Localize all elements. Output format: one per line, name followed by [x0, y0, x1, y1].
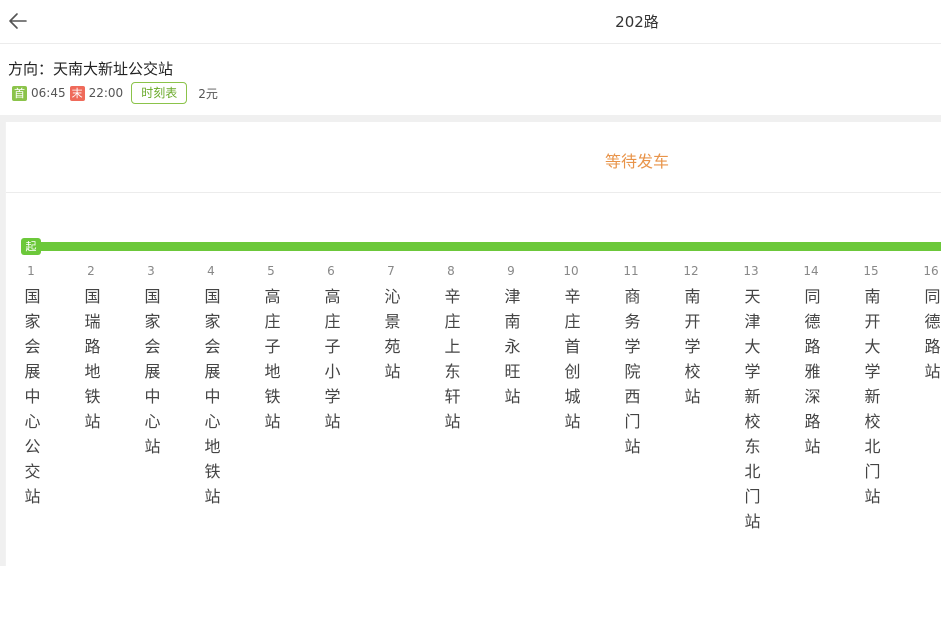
station-number: 11	[623, 264, 639, 278]
last-bus-badge: 末	[69, 85, 85, 101]
station-number: 14	[803, 264, 819, 278]
station-6[interactable]: 6 高庄子小学站	[311, 262, 351, 438]
station-number: 2	[87, 264, 95, 278]
station-number: 3	[147, 264, 155, 278]
station-3[interactable]: 3 国家会展中心站	[131, 262, 171, 463]
direction-arrow-icon	[746, 243, 756, 258]
direction-arrow-icon	[86, 243, 96, 258]
direction-label: 方向：	[8, 60, 54, 78]
station-9[interactable]: 9 津南永旺站	[491, 262, 531, 413]
direction-arrow-icon	[146, 243, 156, 258]
fare: 2元	[198, 86, 218, 101]
page-title: 202路	[615, 13, 659, 31]
station-name: 高庄子地铁站	[261, 288, 281, 438]
station-number: 16	[923, 264, 939, 278]
station-name: 国家会展中心公交站	[21, 288, 41, 513]
station-number: 13	[743, 264, 759, 278]
station-number: 15	[863, 264, 879, 278]
station-number: 6	[327, 264, 335, 278]
station-number: 12	[683, 264, 699, 278]
first-bus-badge: 首	[12, 85, 27, 101]
station-name: 同德路雅深路站	[801, 288, 821, 463]
station-name: 沁景苑站	[381, 288, 401, 388]
direction-arrow-icon	[626, 243, 636, 258]
station-7[interactable]: 7 沁景苑站	[371, 262, 411, 388]
first-bus-time: 06:45	[31, 86, 66, 100]
station-15[interactable]: 15 南开大学新校北门站	[851, 262, 891, 513]
station-name: 高庄子小学站	[321, 288, 341, 438]
direction-arrow-icon	[266, 243, 276, 258]
station-name: 南开学校站	[681, 288, 701, 413]
station-name: 国瑞路地铁站	[81, 288, 101, 438]
direction-arrow-icon	[686, 243, 696, 258]
station-number: 8	[447, 264, 455, 278]
schedule-meta: 首 06:45 末 22:00 时刻表 2元	[12, 82, 218, 104]
station-10[interactable]: 10 辛庄首创城站	[551, 262, 591, 438]
station-name: 辛庄上东轩站	[441, 288, 461, 438]
direction-arrow-icon	[926, 243, 936, 258]
route-line	[21, 242, 941, 251]
direction-arrow-icon	[566, 243, 576, 258]
station-5[interactable]: 5 高庄子地铁站	[251, 262, 291, 438]
direction-arrow-icon	[806, 243, 816, 258]
direction-value: 天南大新址公交站	[53, 60, 174, 78]
station-number: 5	[267, 264, 275, 278]
station-name: 国家会展中心站	[141, 288, 161, 463]
station-11[interactable]: 11 商务学院西门站	[611, 262, 651, 463]
station-name: 津南永旺站	[501, 288, 521, 413]
station-1[interactable]: 1 国家会展中心公交站	[11, 262, 51, 513]
station-8[interactable]: 8 辛庄上东轩站	[431, 262, 471, 438]
station-number: 9	[507, 264, 515, 278]
station-name: 国家会展中心地铁站	[201, 288, 221, 513]
direction: 方向：天南大新址公交站	[8, 58, 173, 79]
direction-arrow-icon	[866, 243, 876, 258]
station-number: 10	[563, 264, 579, 278]
station-14[interactable]: 14 同德路雅深路站	[791, 262, 831, 463]
section-divider	[0, 115, 941, 122]
direction-arrow-icon	[446, 243, 456, 258]
direction-arrow-icon	[506, 243, 516, 258]
station-name: 商务学院西门站	[621, 288, 641, 463]
station-13[interactable]: 13 天津大学新校东北门站	[731, 262, 771, 538]
route-panel: 等待发车 起 1 国家会展中心公交站 2 国瑞路地铁站 3 国家会展中心站 4 国家会展中心地…	[5, 122, 941, 566]
station-name: 南开大学新校北门站	[861, 288, 881, 513]
app-header: 202路	[0, 0, 941, 44]
station-12[interactable]: 12 南开学校站	[671, 262, 711, 413]
last-bus-time: 22:00	[88, 86, 124, 100]
direction-arrow-icon	[206, 243, 216, 258]
station-number: 1	[27, 264, 35, 278]
station-name: 同德路站	[921, 288, 941, 388]
station-number: 7	[387, 264, 395, 278]
status-divider	[6, 192, 941, 193]
station-16[interactable]: 16 同德路站	[911, 262, 941, 388]
timetable-button[interactable]: 时刻表	[131, 82, 188, 104]
station-name: 辛庄首创城站	[561, 288, 581, 438]
route-info: 方向：天南大新址公交站 首 06:45 末 22:00 时刻表 2元	[0, 44, 941, 115]
station-name: 天津大学新校东北门站	[741, 288, 761, 538]
start-badge: 起	[21, 238, 41, 255]
direction-arrow-icon	[386, 243, 396, 258]
station-number: 4	[207, 264, 215, 278]
station-4[interactable]: 4 国家会展中心地铁站	[191, 262, 231, 513]
direction-arrow-icon	[326, 243, 336, 258]
station-2[interactable]: 2 国瑞路地铁站	[71, 262, 111, 438]
bus-status: 等待发车	[604, 152, 669, 171]
